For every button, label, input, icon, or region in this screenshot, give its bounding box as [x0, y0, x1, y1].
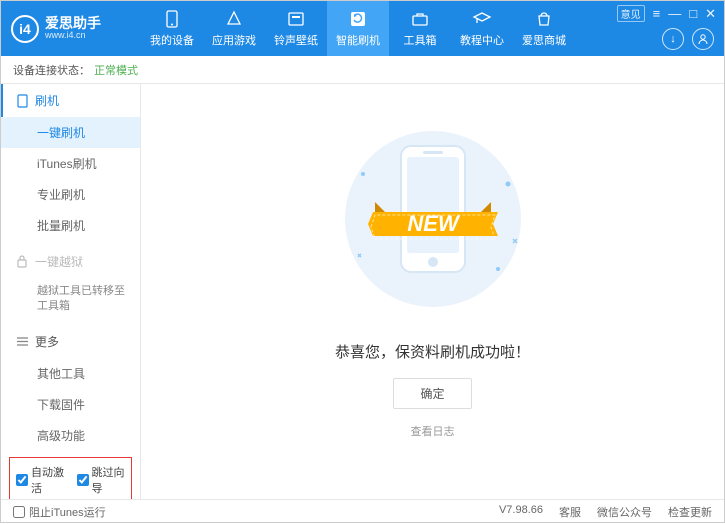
tab-tools[interactable]: 工具箱: [389, 1, 451, 56]
footer: 阻止iTunes运行 V7.98.66 客服 微信公众号 检查更新: [1, 499, 724, 524]
auto-activate-checkbox[interactable]: [16, 474, 28, 486]
maximize-icon[interactable]: □: [689, 6, 697, 21]
footer-update[interactable]: 检查更新: [668, 504, 712, 520]
sidebar-section-more: 更多 其他工具 下载固件 高级功能: [1, 325, 140, 451]
check-label: 跳过向导: [92, 464, 126, 496]
sidebar-item-pro-flash[interactable]: 专业刷机: [1, 179, 140, 210]
block-itunes-checkbox[interactable]: [13, 506, 25, 518]
more-icon: [15, 336, 29, 347]
phone-icon: [15, 94, 29, 108]
sidebar-item-other-tools[interactable]: 其他工具: [1, 358, 140, 389]
graduation-icon: [472, 9, 492, 29]
sidebar-header-label: 一键越狱: [35, 253, 83, 270]
header-actions: ↓: [662, 28, 714, 50]
tab-flash[interactable]: 智能刷机: [327, 1, 389, 56]
footer-service[interactable]: 客服: [559, 504, 581, 520]
logo-text: 爱思助手 www.i4.cn: [45, 16, 101, 41]
check-auto-activate[interactable]: 自动激活: [16, 464, 65, 496]
tab-my-device[interactable]: 我的设备: [141, 1, 203, 56]
store-icon: [534, 9, 554, 29]
sidebar-section-jailbreak: 一键越狱 越狱工具已转移至工具箱: [1, 245, 140, 321]
tab-label: 工具箱: [404, 32, 437, 48]
skip-guide-checkbox[interactable]: [77, 474, 89, 486]
minimize-icon[interactable]: —: [668, 6, 681, 21]
tab-apps[interactable]: 应用游戏: [203, 1, 265, 56]
tab-label: 爱思商城: [522, 32, 566, 48]
tab-ringtones[interactable]: 铃声壁纸: [265, 1, 327, 56]
tab-label: 我的设备: [150, 32, 194, 48]
sidebar-header-jailbreak[interactable]: 一键越狱: [1, 245, 140, 278]
sidebar: 刷机 一键刷机 iTunes刷机 专业刷机 批量刷机 一键越狱 越狱工具已转移至…: [1, 84, 141, 499]
success-illustration: NEW: [323, 124, 543, 319]
body: 刷机 一键刷机 iTunes刷机 专业刷机 批量刷机 一键越狱 越狱工具已转移至…: [1, 84, 724, 499]
sidebar-section-flash: 刷机 一键刷机 iTunes刷机 专业刷机 批量刷机: [1, 84, 140, 241]
tab-label: 教程中心: [460, 32, 504, 48]
footer-right: V7.98.66 客服 微信公众号 检查更新: [499, 504, 712, 520]
svg-text:NEW: NEW: [407, 211, 461, 236]
sidebar-item-oneclick-flash[interactable]: 一键刷机: [1, 117, 140, 148]
toolbox-icon: [410, 9, 430, 29]
app-name: 爱思助手: [45, 16, 101, 31]
check-label: 自动激活: [31, 464, 65, 496]
tab-store[interactable]: 爱思商城: [513, 1, 575, 56]
tab-label: 应用游戏: [212, 32, 256, 48]
version-label: V7.98.66: [499, 504, 543, 520]
status-value: 正常模式: [94, 62, 138, 78]
sidebar-options-box: 自动激活 跳过向导: [9, 457, 132, 499]
sidebar-item-itunes-flash[interactable]: iTunes刷机: [1, 148, 140, 179]
block-itunes-label: 阻止iTunes运行: [29, 504, 106, 520]
window-controls: 意见 ≡ — □ ✕: [617, 5, 716, 22]
app-header: i4 爱思助手 www.i4.cn 我的设备 应用游戏 铃声壁纸 智能刷机 工具…: [1, 1, 724, 56]
menu-icon[interactable]: ≡: [653, 6, 661, 21]
confirm-button[interactable]: 确定: [393, 378, 471, 409]
logo-icon: i4: [11, 15, 39, 43]
sidebar-item-download-fw[interactable]: 下载固件: [1, 389, 140, 420]
wallpaper-icon: [286, 9, 306, 29]
flash-icon: [348, 9, 368, 29]
tab-label: 智能刷机: [336, 32, 380, 48]
tab-label: 铃声壁纸: [274, 32, 318, 48]
sidebar-jailbreak-note: 越狱工具已转移至工具箱: [1, 278, 140, 321]
nav-tabs: 我的设备 应用游戏 铃声壁纸 智能刷机 工具箱 教程中心 爱思商城: [141, 1, 575, 56]
sidebar-header-label: 刷机: [35, 92, 59, 109]
lock-icon: [15, 255, 29, 268]
app-url: www.i4.cn: [45, 31, 101, 41]
main-content: NEW 恭喜您，保资料刷机成功啦！ 确定 查看日志: [141, 84, 724, 499]
check-skip-guide[interactable]: 跳过向导: [77, 464, 126, 496]
apps-icon: [224, 9, 244, 29]
close-icon[interactable]: ✕: [705, 6, 716, 22]
sidebar-header-more[interactable]: 更多: [1, 325, 140, 358]
status-bar: 设备连接状态： 正常模式: [1, 56, 724, 84]
view-log-link[interactable]: 查看日志: [411, 423, 455, 439]
tab-tutorials[interactable]: 教程中心: [451, 1, 513, 56]
sidebar-header-flash[interactable]: 刷机: [1, 84, 140, 117]
phone-icon: [162, 9, 182, 29]
feedback-button[interactable]: 意见: [617, 5, 645, 22]
sidebar-header-label: 更多: [35, 333, 59, 350]
user-icon[interactable]: [692, 28, 714, 50]
success-message: 恭喜您，保资料刷机成功啦！: [335, 341, 530, 362]
block-itunes-option[interactable]: 阻止iTunes运行: [13, 504, 106, 520]
status-label: 设备连接状态：: [13, 62, 90, 78]
sidebar-item-batch-flash[interactable]: 批量刷机: [1, 210, 140, 241]
download-icon[interactable]: ↓: [662, 28, 684, 50]
footer-wechat[interactable]: 微信公众号: [597, 504, 652, 520]
sidebar-item-advanced[interactable]: 高级功能: [1, 420, 140, 451]
logo-area: i4 爱思助手 www.i4.cn: [11, 15, 141, 43]
